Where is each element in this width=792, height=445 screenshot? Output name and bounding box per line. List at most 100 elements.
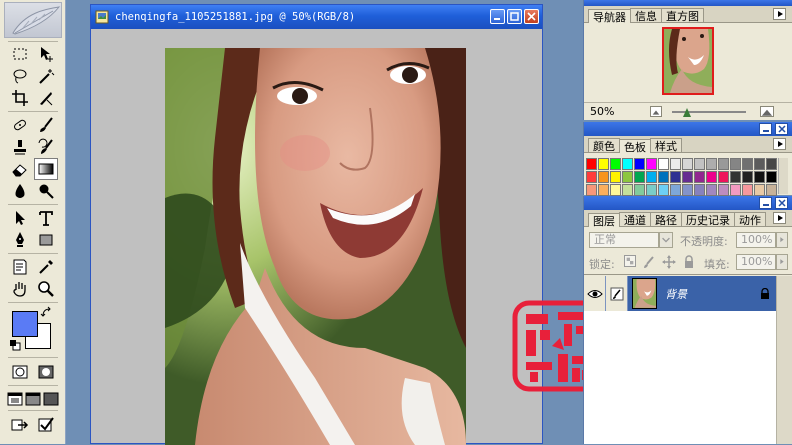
color-swatch[interactable] — [634, 184, 645, 196]
tab-actions[interactable]: 动作 — [734, 212, 766, 227]
fill-input[interactable]: 100% — [736, 254, 776, 270]
layer-row-background[interactable]: 背景 — [584, 276, 776, 311]
dodge-tool-icon[interactable] — [34, 180, 58, 202]
color-swatch[interactable] — [586, 158, 597, 170]
notes-tool-icon[interactable] — [8, 256, 32, 278]
color-swatch[interactable] — [766, 171, 777, 183]
color-swatch[interactable] — [622, 171, 633, 183]
tab-swatches[interactable]: 色板 — [619, 139, 651, 154]
color-swatch[interactable] — [766, 184, 777, 196]
tab-histogram[interactable]: 直方图 — [661, 8, 704, 23]
full-screen-menu-mode-icon[interactable] — [24, 388, 42, 410]
minimize-button[interactable] — [490, 9, 505, 24]
tab-color[interactable]: 颜色 — [588, 138, 620, 153]
color-swatch[interactable] — [730, 184, 741, 196]
lock-position-icon[interactable] — [662, 255, 676, 269]
color-swatch[interactable] — [742, 184, 753, 196]
lock-all-icon[interactable] — [682, 255, 696, 269]
navigator-thumbnail[interactable] — [662, 27, 714, 95]
document-titlebar[interactable]: chenqingfa_1105251881.jpg @ 50%(RGB/8) — [91, 5, 542, 29]
color-swatch[interactable] — [598, 158, 609, 170]
close-button[interactable] — [524, 9, 539, 24]
history-brush-tool-icon[interactable] — [34, 136, 58, 158]
tab-navigator[interactable]: 导航器 — [588, 9, 631, 24]
standard-mode-icon[interactable] — [8, 361, 32, 383]
eyedropper-tool-icon[interactable] — [34, 256, 58, 278]
color-swatch[interactable] — [754, 158, 765, 170]
color-swatch[interactable] — [646, 158, 657, 170]
blend-mode-dropdown-button[interactable] — [659, 232, 673, 248]
color-swatch[interactable] — [646, 171, 657, 183]
image-canvas[interactable] — [165, 48, 466, 445]
color-swatch[interactable] — [658, 184, 669, 196]
zoom-tool-icon[interactable] — [34, 278, 58, 300]
tab-paths[interactable]: 路径 — [650, 212, 682, 227]
panel-close-button[interactable] — [775, 197, 788, 209]
color-swatch[interactable] — [742, 171, 753, 183]
layer-visibility-toggle[interactable] — [584, 276, 606, 311]
maximize-button[interactable] — [507, 9, 522, 24]
tab-info[interactable]: 信息 — [630, 8, 662, 23]
tab-styles[interactable]: 样式 — [650, 138, 682, 153]
color-swatch[interactable] — [754, 184, 765, 196]
gradient-tool-icon[interactable] — [34, 158, 58, 180]
color-swatch[interactable] — [598, 171, 609, 183]
opacity-input[interactable]: 100% — [736, 232, 776, 248]
path-selection-tool-icon[interactable] — [8, 207, 32, 229]
lock-pixels-icon[interactable] — [642, 255, 656, 269]
color-swatch[interactable] — [610, 158, 621, 170]
fill-dropdown-button[interactable] — [776, 254, 788, 270]
color-swatch[interactable] — [718, 158, 729, 170]
zoom-value[interactable]: 50% — [590, 105, 614, 118]
jump-to-imageready-icon[interactable] — [8, 414, 32, 436]
foreground-color-swatch[interactable] — [12, 311, 38, 337]
pen-tool-icon[interactable] — [8, 229, 32, 251]
color-swatch[interactable] — [586, 184, 597, 196]
swatches-scrollbar[interactable] — [778, 158, 788, 194]
hand-tool-icon[interactable] — [8, 278, 32, 300]
color-swatch[interactable] — [718, 171, 729, 183]
color-swatch[interactable] — [658, 158, 669, 170]
clone-stamp-tool-icon[interactable] — [8, 136, 32, 158]
crop-tool-icon[interactable] — [8, 87, 32, 109]
color-swatch[interactable] — [658, 171, 669, 183]
swatches-titlebar[interactable] — [584, 122, 792, 136]
type-tool-icon[interactable] — [34, 207, 58, 229]
color-swatch[interactable] — [622, 158, 633, 170]
zoom-slider-thumb[interactable] — [682, 107, 691, 117]
color-swatch[interactable] — [598, 184, 609, 196]
tab-channels[interactable]: 通道 — [619, 212, 651, 227]
tab-layers[interactable]: 图层 — [588, 213, 620, 228]
color-swatch[interactable] — [682, 184, 693, 196]
tab-history[interactable]: 历史记录 — [681, 212, 735, 227]
lasso-tool-icon[interactable] — [8, 65, 32, 87]
eraser-tool-icon[interactable] — [8, 158, 32, 180]
color-swatch[interactable] — [670, 158, 681, 170]
imageready-check-icon[interactable] — [34, 414, 58, 436]
default-colors-icon[interactable] — [9, 339, 21, 351]
color-swatch[interactable] — [586, 171, 597, 183]
color-swatch[interactable] — [766, 158, 777, 170]
magic-wand-tool-icon[interactable] — [34, 65, 58, 87]
blur-tool-icon[interactable] — [8, 180, 32, 202]
color-swatch[interactable] — [742, 158, 753, 170]
color-swatch[interactable] — [634, 158, 645, 170]
color-swatch[interactable] — [706, 158, 717, 170]
panel-minimize-button[interactable] — [759, 123, 772, 135]
color-swatch[interactable] — [694, 171, 705, 183]
photoshop-feather-logo[interactable] — [4, 2, 62, 38]
shape-tool-icon[interactable] — [34, 229, 58, 251]
full-screen-mode-icon[interactable] — [42, 388, 60, 410]
color-swatch[interactable] — [706, 171, 717, 183]
healing-brush-tool-icon[interactable] — [8, 114, 32, 136]
color-swatch[interactable] — [610, 171, 621, 183]
color-swatch[interactable] — [754, 171, 765, 183]
quick-mask-mode-icon[interactable] — [34, 361, 58, 383]
layers-titlebar[interactable] — [584, 196, 792, 210]
standard-screen-mode-icon[interactable] — [6, 388, 24, 410]
color-swatch[interactable] — [622, 184, 633, 196]
zoom-out-button[interactable] — [650, 106, 662, 117]
move-tool-icon[interactable] — [34, 43, 58, 65]
color-swatch[interactable] — [730, 158, 741, 170]
lock-transparency-checkbox[interactable] — [624, 255, 636, 267]
